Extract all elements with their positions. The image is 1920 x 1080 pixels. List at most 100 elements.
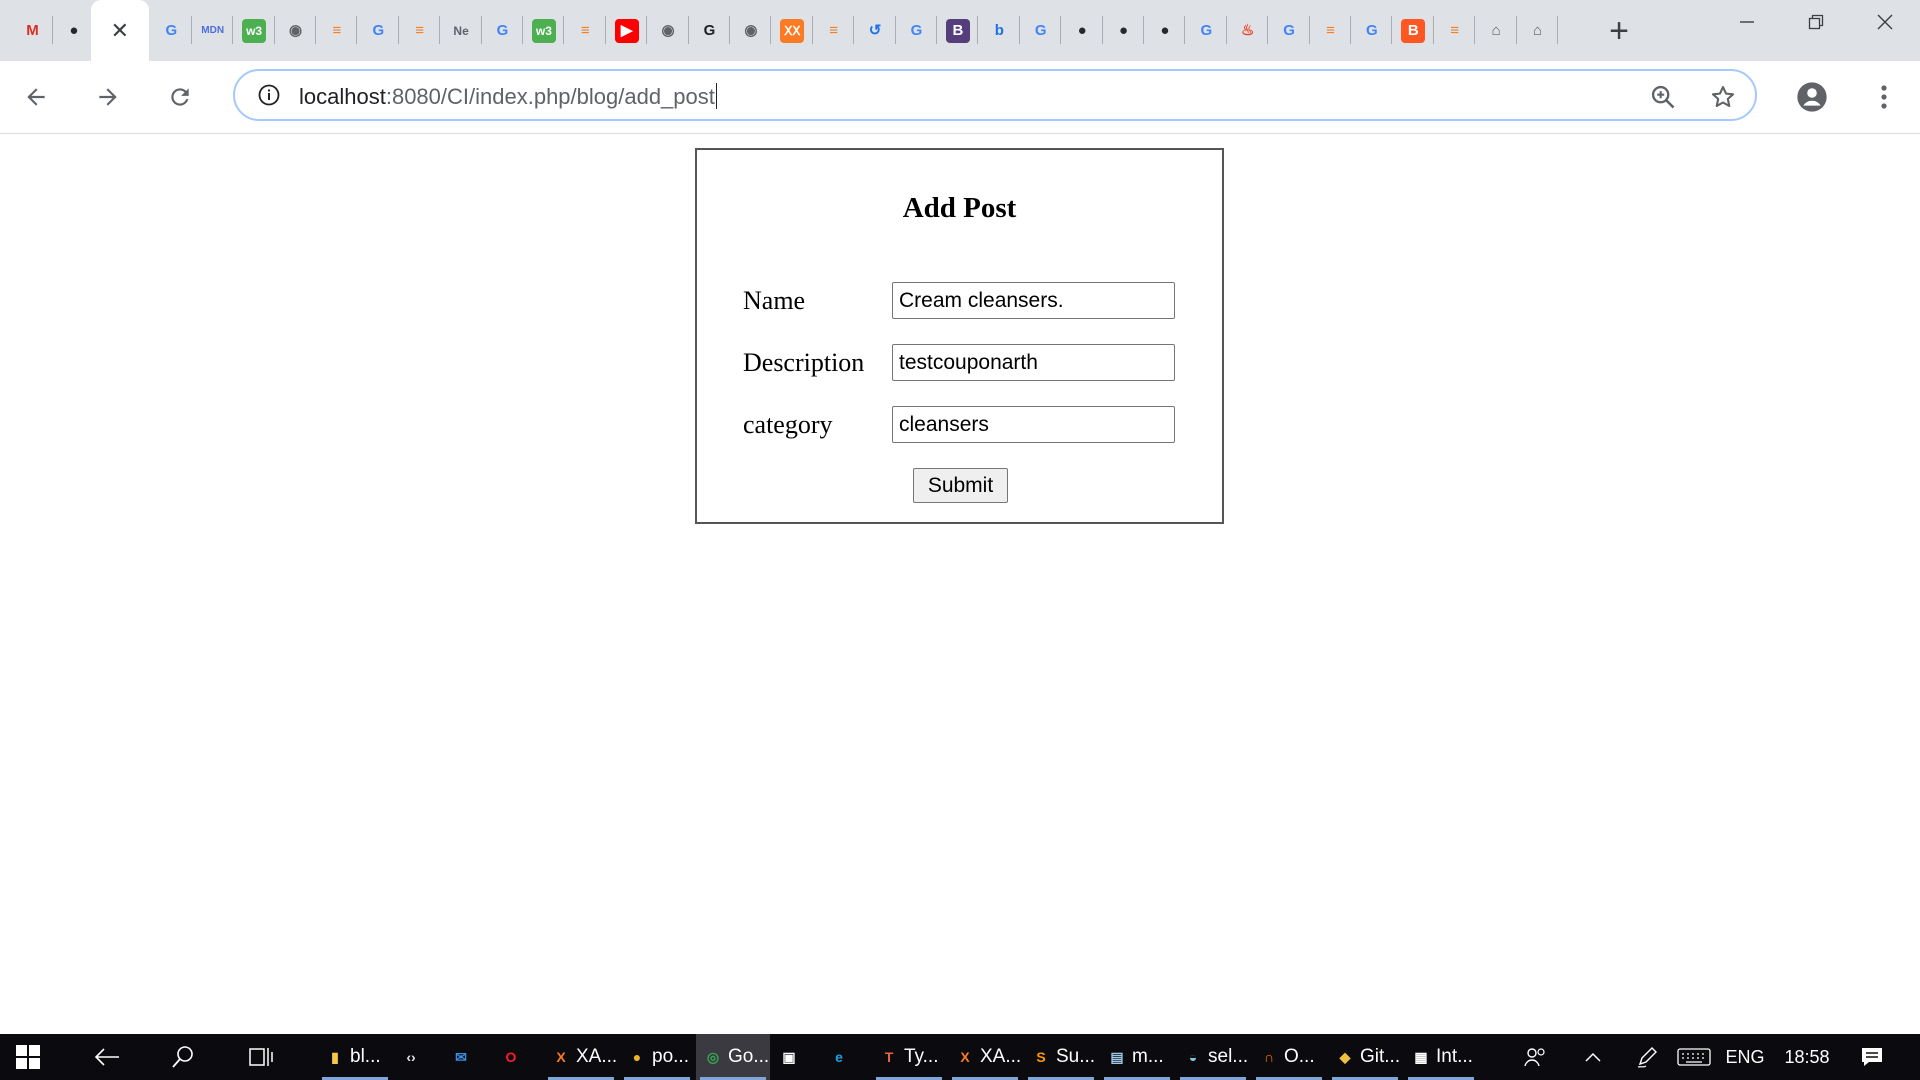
browser-tab[interactable]: G: [1186, 0, 1227, 61]
browser-tab[interactable]: ⌂: [1476, 0, 1517, 61]
taskbar-app[interactable]: ✉: [444, 1034, 492, 1080]
git-icon: ◆: [1339, 1048, 1351, 1065]
taskbar-app[interactable]: ◎ Go...: [696, 1034, 770, 1080]
taskbar-app[interactable]: ◆ Git...: [1328, 1034, 1402, 1080]
browser-tab[interactable]: MDN: [192, 0, 234, 61]
browser-tab[interactable]: G: [689, 0, 730, 61]
home-icon: ⌂: [1491, 22, 1501, 39]
people-icon[interactable]: [1515, 1034, 1555, 1080]
taskbar-app[interactable]: ∩ O...: [1252, 1034, 1326, 1080]
browser-tab[interactable]: ▶: [606, 0, 648, 61]
forward-button[interactable]: [86, 75, 130, 119]
taskbar-app[interactable]: ● po...: [620, 1034, 694, 1080]
menu-button[interactable]: [1862, 75, 1906, 119]
action-center-icon[interactable]: [1850, 1034, 1894, 1080]
file-explorer-icon: ▮: [331, 1048, 339, 1065]
touch-keyboard-icon[interactable]: [1672, 1034, 1716, 1080]
taskbar-app[interactable]: ▤ m...: [1100, 1034, 1174, 1080]
profile-button[interactable]: [1790, 75, 1834, 119]
taskbar-app[interactable]: O: [494, 1034, 542, 1080]
zoom-icon[interactable]: [1649, 83, 1677, 111]
close-tab-icon[interactable]: ✕: [108, 19, 132, 43]
codeigniter-icon: ♨: [1240, 22, 1255, 39]
browser-tab[interactable]: ≡: [1310, 0, 1351, 61]
browser-tab[interactable]: ≡: [813, 0, 855, 61]
browser-tab[interactable]: G: [358, 0, 399, 61]
browser-tab[interactable]: G: [151, 0, 192, 61]
browser-tab[interactable]: ♨: [1227, 0, 1269, 61]
taskbar-back-button[interactable]: [82, 1034, 132, 1080]
taskbar-app-label: bl...: [350, 1046, 381, 1067]
taskbar-app[interactable]: ‹›: [394, 1034, 442, 1080]
address-bar[interactable]: localhost:8080/CI/index.php/blog/add_pos…: [233, 69, 1757, 121]
task-view-button[interactable]: [236, 1034, 286, 1080]
show-hidden-icons-chevron-icon[interactable]: [1576, 1034, 1610, 1080]
minimize-button[interactable]: [1712, 0, 1782, 44]
browser-tab[interactable]: ≡: [1434, 0, 1476, 61]
browser-tab[interactable]: Ne: [441, 0, 482, 61]
taskbar-app[interactable]: ▦ Int...: [1404, 1034, 1478, 1080]
taskbar-app[interactable]: e: [822, 1034, 870, 1080]
close-window-button[interactable]: [1850, 0, 1920, 44]
restore-button[interactable]: [1781, 0, 1851, 44]
blogger-icon: B: [1401, 18, 1426, 43]
tab-strip: M ● ✕ G MDN w3 ◉ ≡ G ≡ Ne Gw3 ≡ ▶ ◉ G ◉ ⅩⅩ ≡ ↺ G Bb G ● ● ● G ♨ G ≡ G B…: [0, 0, 1920, 61]
browser-tab[interactable]: ↺: [855, 0, 896, 61]
submit-button[interactable]: Submit: [913, 468, 1008, 503]
pen-workspace-icon[interactable]: [1630, 1034, 1664, 1080]
bookmark-star-icon[interactable]: [1709, 83, 1737, 111]
site-info-icon[interactable]: [257, 83, 281, 107]
browser-tab[interactable]: ●: [1103, 0, 1144, 61]
language-indicator[interactable]: ENG: [1720, 1034, 1770, 1080]
browser-tab[interactable]: B: [937, 0, 979, 61]
close-window-icon: [1877, 14, 1893, 30]
taskbar-app[interactable]: X XA...: [544, 1034, 618, 1080]
intellij-icon: ▦: [1414, 1048, 1428, 1065]
browser-tab[interactable]: B: [1393, 0, 1434, 61]
browser-tab[interactable]: ●: [1144, 0, 1186, 61]
back-button[interactable]: [14, 75, 58, 119]
google-icon: G: [496, 22, 509, 39]
xampp-icon: X: [960, 1049, 970, 1065]
browser-tab[interactable]: ≡: [565, 0, 606, 61]
edge-icon: e: [835, 1049, 843, 1065]
browser-tab[interactable]: M: [12, 0, 53, 61]
taskbar-app[interactable]: T Ty...: [872, 1034, 946, 1080]
stackoverflow-icon: ≡: [415, 22, 425, 39]
browser-tab[interactable]: ⅩⅩ: [772, 0, 813, 61]
browser-tab[interactable]: w3: [523, 0, 565, 61]
browser-tab[interactable]: ⌂: [1517, 0, 1558, 61]
taskbar-app[interactable]: X XA...: [948, 1034, 1022, 1080]
browser-tab[interactable]: ≡: [399, 0, 441, 61]
description-input[interactable]: [892, 344, 1175, 381]
browser-tab[interactable]: ≡: [316, 0, 358, 61]
google-icon: G: [1034, 22, 1047, 39]
taskbar-app[interactable]: ▣: [772, 1034, 820, 1080]
browser-tab[interactable]: ◉: [730, 0, 772, 61]
browser-tab[interactable]: G: [1269, 0, 1310, 61]
browser-tab[interactable]: G: [896, 0, 937, 61]
browser-tab[interactable]: w3: [234, 0, 275, 61]
name-input[interactable]: [892, 282, 1175, 319]
browser-tab[interactable]: ◉: [648, 0, 689, 61]
start-button[interactable]: [4, 1034, 52, 1080]
reload-button[interactable]: [158, 75, 202, 119]
url-text[interactable]: localhost:8080/CI/index.php/blog/add_pos…: [299, 83, 717, 110]
taskbar-app[interactable]: ▮ bl...: [318, 1034, 392, 1080]
active-tab[interactable]: ✕: [90, 0, 149, 61]
clock[interactable]: 18:58: [1776, 1034, 1838, 1080]
taskbar-app[interactable]: ◒ sel...: [1176, 1034, 1250, 1080]
browser-tab[interactable]: b: [979, 0, 1020, 61]
browser-tab[interactable]: G: [482, 0, 523, 61]
browser-tab[interactable]: ●: [53, 0, 95, 61]
browser-tab[interactable]: ◉: [275, 0, 316, 61]
forward-arrow-icon: [99, 88, 117, 106]
new-tab-button[interactable]: +: [1600, 12, 1638, 50]
taskbar-app[interactable]: S Su...: [1024, 1034, 1098, 1080]
category-input[interactable]: [892, 406, 1175, 443]
url-host: localhost: [299, 84, 386, 109]
browser-tab[interactable]: G: [1351, 0, 1393, 61]
browser-tab[interactable]: G: [1020, 0, 1062, 61]
browser-tab[interactable]: ●: [1062, 0, 1103, 61]
search-button[interactable]: [158, 1034, 208, 1080]
